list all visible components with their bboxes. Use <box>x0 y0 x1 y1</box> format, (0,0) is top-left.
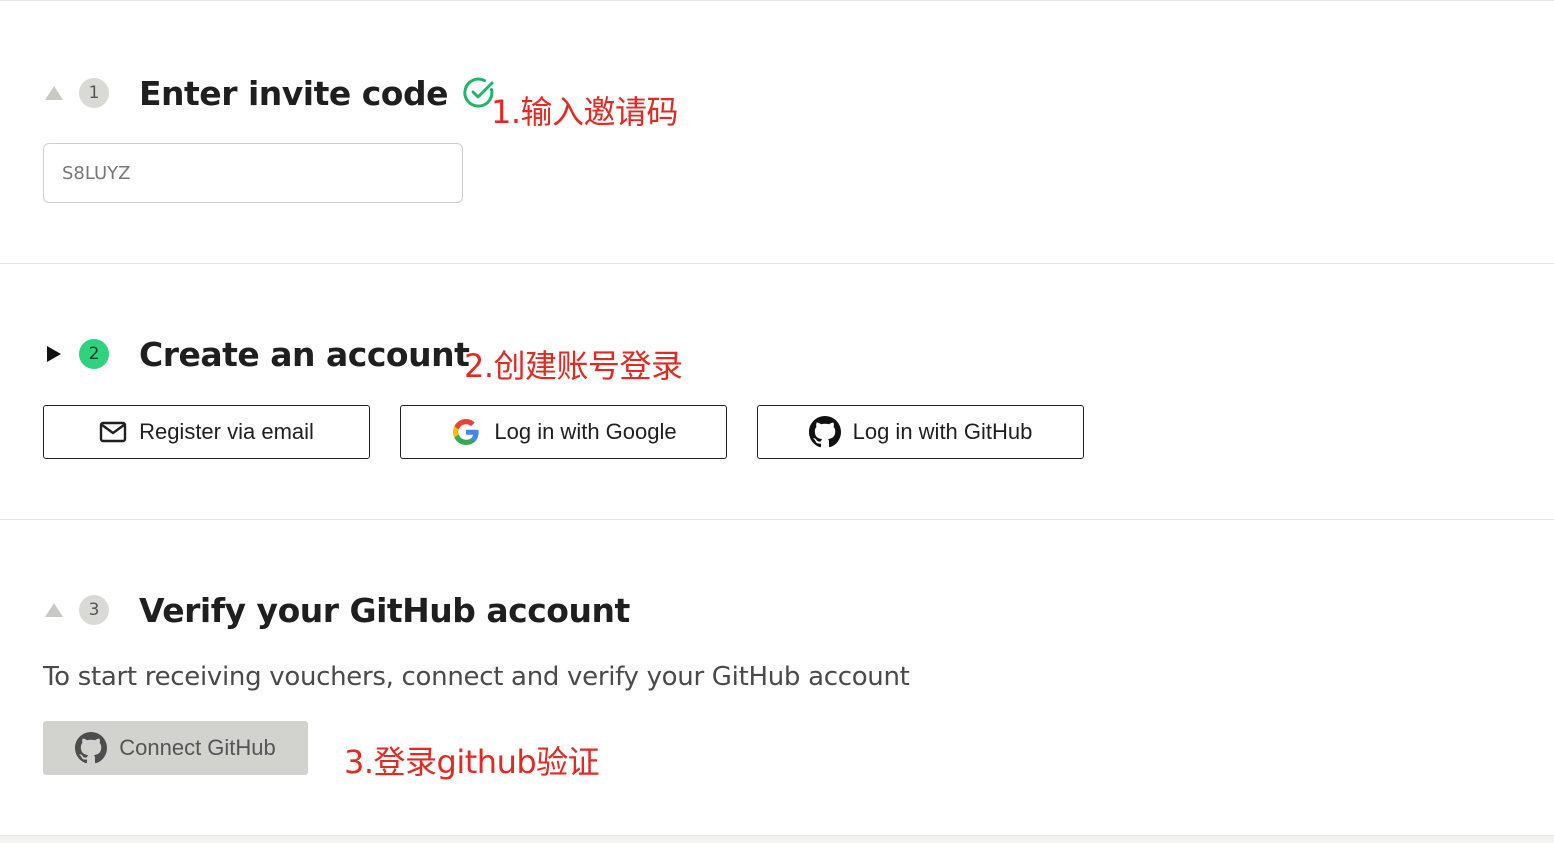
github-login-button[interactable]: Log in with GitHub <box>757 405 1084 459</box>
divider <box>0 263 1554 264</box>
button-label: Register via email <box>139 419 314 444</box>
divider <box>0 519 1554 520</box>
button-label: Log in with GitHub <box>852 419 1033 444</box>
annotation-step-1: 1.输入邀请码 <box>491 93 679 131</box>
triangle-right-icon[interactable] <box>44 344 64 364</box>
google-icon <box>450 416 482 448</box>
triangle-up-icon[interactable] <box>44 83 64 103</box>
bottom-strip <box>0 835 1554 843</box>
invite-code-input[interactable] <box>43 143 463 203</box>
step-number-badge: 2 <box>79 339 109 369</box>
step-1-header: 1 Enter invite code <box>44 73 496 113</box>
github-icon <box>808 416 841 448</box>
annotation-step-3: 3.登录github验证 <box>344 743 600 781</box>
step-3-description: To start receiving vouchers, connect and… <box>43 662 910 692</box>
step-number-badge: 1 <box>79 78 109 108</box>
step-title: Create an account <box>139 334 470 374</box>
google-login-button[interactable]: Log in with Google <box>400 405 727 459</box>
step-3-header: 3 Verify your GitHub account <box>44 590 630 630</box>
button-label: Connect GitHub <box>119 735 276 760</box>
step-title: Verify your GitHub account <box>139 590 630 630</box>
github-icon <box>75 732 108 764</box>
button-label: Log in with Google <box>494 419 677 444</box>
page: 1 Enter invite code 1.输入邀请码 2 Create an … <box>0 0 1554 843</box>
connect-github-button[interactable]: Connect GitHub <box>43 721 308 775</box>
step-2-header: 2 Create an account <box>44 334 470 374</box>
step-title: Enter invite code <box>139 73 448 113</box>
mail-icon <box>99 421 127 443</box>
triangle-up-icon[interactable] <box>44 600 64 620</box>
step-number-badge: 3 <box>79 595 109 625</box>
register-email-button[interactable]: Register via email <box>43 405 370 459</box>
annotation-step-2: 2.创建账号登录 <box>464 347 683 385</box>
